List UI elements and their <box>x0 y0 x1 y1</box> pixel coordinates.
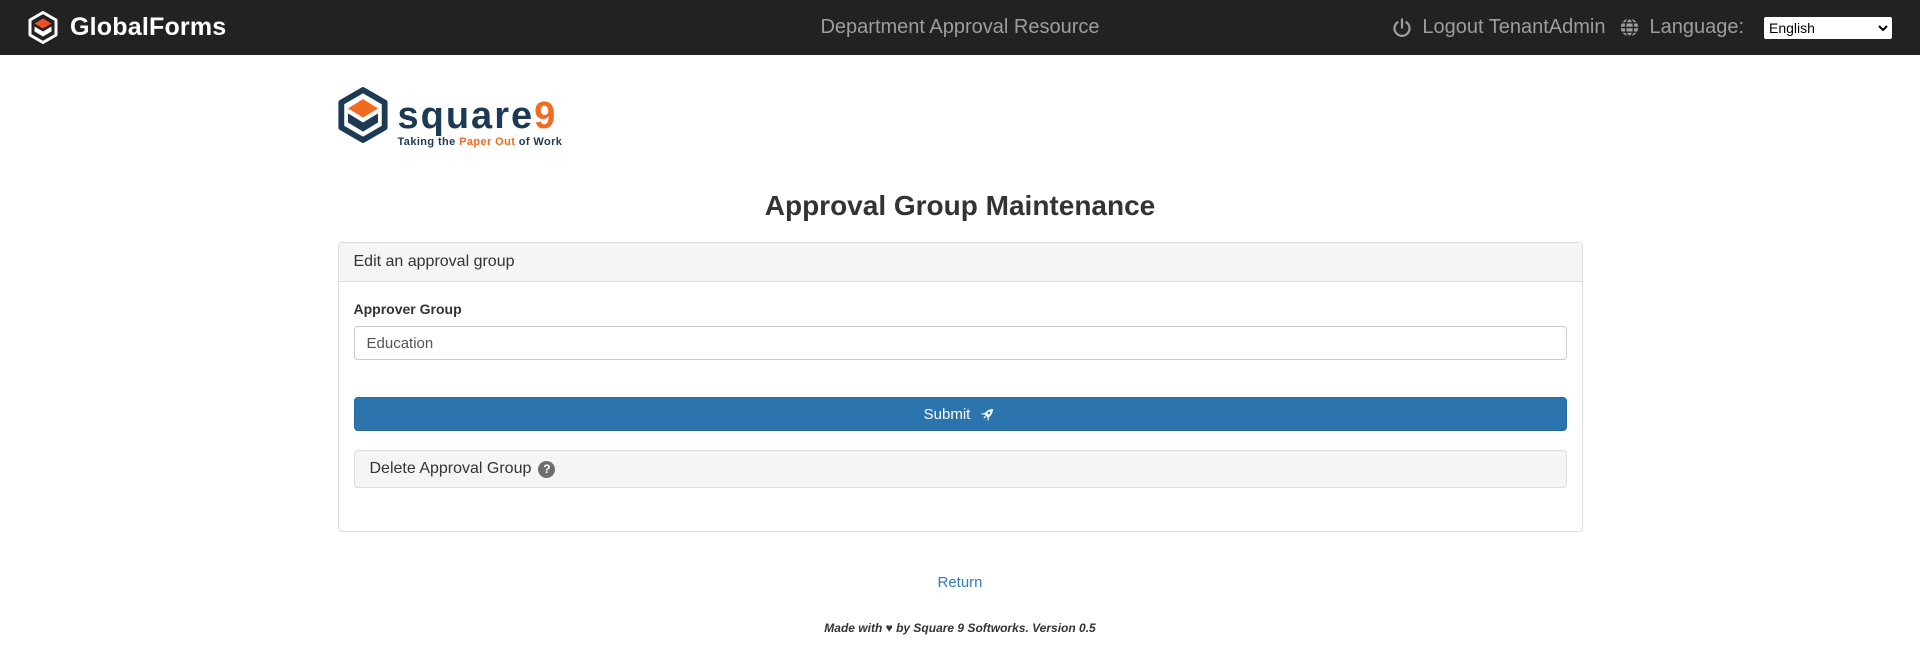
logout-label: Logout TenantAdmin <box>1422 16 1605 39</box>
delete-approval-group-label: Delete Approval Group <box>370 460 532 478</box>
navbar-right: Logout TenantAdmin Language: English <box>1391 16 1892 39</box>
page-title: Approval Group Maintenance <box>338 190 1583 222</box>
square9-logo: square9 Taking the Paper Out of Work <box>338 86 1583 152</box>
square9-hexagon-icon <box>338 86 388 144</box>
footer-credit: Made with ♥ by Square 9 Softworks. Versi… <box>338 621 1583 635</box>
submit-button[interactable]: Submit <box>354 397 1567 431</box>
language-group: Language: <box>1619 16 1744 39</box>
question-circle-icon: ? <box>538 461 555 478</box>
main-container: square9 Taking the Paper Out of Work App… <box>338 86 1583 635</box>
square9-wordmark: square9 <box>398 98 563 134</box>
language-label: Language: <box>1649 16 1744 39</box>
power-icon <box>1391 17 1413 39</box>
globalforms-hexagon-logo-icon <box>28 11 58 44</box>
panel-body: Approver Group Submit <box>339 282 1582 531</box>
approver-group-input[interactable] <box>354 326 1567 360</box>
navbar: GlobalForms Department Approval Resource… <box>0 0 1920 55</box>
brand[interactable]: GlobalForms <box>28 11 226 44</box>
return-row: Return <box>338 574 1583 592</box>
square9-tagline: Taking the Paper Out of Work <box>398 136 563 148</box>
logout-link[interactable]: Logout TenantAdmin <box>1391 16 1605 39</box>
square9-logo-text: square9 Taking the Paper Out of Work <box>398 86 563 148</box>
square9-number: 9 <box>534 95 557 137</box>
panel-header: Edit an approval group <box>339 243 1582 282</box>
edit-approval-group-panel: Edit an approval group Approver Group Su… <box>338 242 1583 532</box>
return-link[interactable]: Return <box>937 574 982 591</box>
language-select[interactable]: English <box>1764 17 1892 39</box>
approver-group-label: Approver Group <box>354 301 1567 317</box>
brand-name: GlobalForms <box>70 13 226 42</box>
rocket-icon <box>979 406 996 423</box>
globe-icon <box>1619 17 1640 38</box>
delete-approval-group-toggle[interactable]: Delete Approval Group ? <box>354 450 1567 488</box>
submit-label: Submit <box>924 406 971 423</box>
